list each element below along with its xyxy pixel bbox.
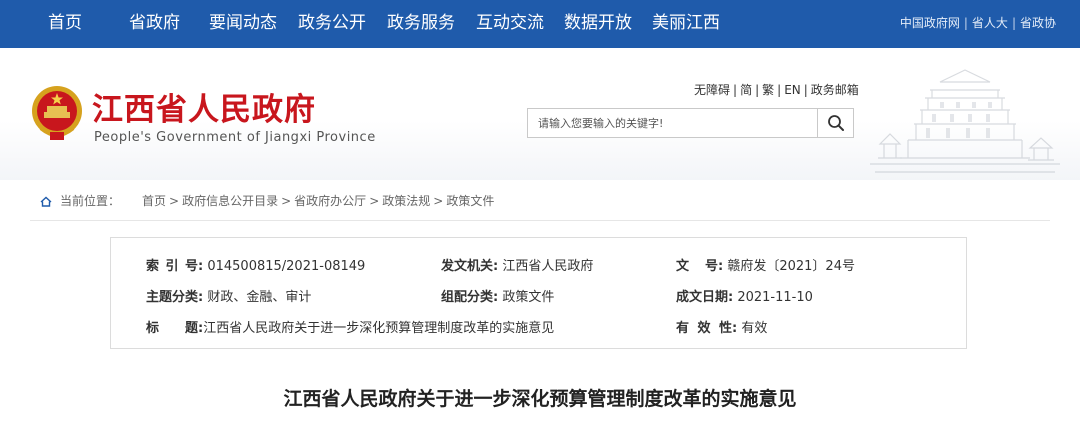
breadcrumb-home[interactable]: 首页 xyxy=(142,194,166,208)
english-link[interactable]: EN xyxy=(784,83,801,97)
breadcrumb-separator: > xyxy=(433,194,444,208)
separator: | xyxy=(1011,16,1016,30)
info-colon: : xyxy=(198,259,204,274)
info-written-date: 成文日期: 2021-11-10 xyxy=(676,286,813,305)
top-right-links: 中国政府网 | 省人大 | 省政协 xyxy=(900,0,1056,48)
nav-item-province-gov[interactable]: 省政府 xyxy=(129,0,180,48)
info-key: 标题 xyxy=(146,321,198,336)
info-value: 江西省人民政府 xyxy=(502,259,594,274)
link-provincial-cppcc[interactable]: 省政协 xyxy=(1020,16,1056,30)
info-title: 标题:江西省人民政府关于进一步深化预算管理制度改革的实施意见 xyxy=(146,317,554,336)
home-icon xyxy=(40,196,52,207)
nav-item-beautiful-jiangxi[interactable]: 美丽江西 xyxy=(652,0,720,48)
breadcrumb-policy-documents[interactable]: 政策文件 xyxy=(446,194,494,208)
info-validity: 有效性: 有效 xyxy=(676,317,767,336)
nav-item-gov-affairs-open[interactable]: 政务公开 xyxy=(298,0,366,48)
article-title: 江西省人民政府关于进一步深化预算管理制度改革的实施意见 xyxy=(283,388,797,410)
info-key: 发文机关: xyxy=(441,259,499,274)
search-input[interactable] xyxy=(528,109,816,137)
link-china-gov[interactable]: 中国政府网 xyxy=(900,16,960,30)
tengwang-pavilion-illustration xyxy=(870,69,1060,173)
info-value: 014500815/2021-08149 xyxy=(207,259,366,274)
accessibility-link[interactable]: 无障碍 xyxy=(694,83,730,97)
separator: | xyxy=(733,83,738,97)
info-colon: : xyxy=(718,259,724,274)
info-key: 主题分类: xyxy=(146,290,204,305)
breadcrumb-info-catalog[interactable]: 政府信息公开目录 xyxy=(182,194,278,208)
breadcrumb-label: 当前位置： xyxy=(60,194,121,208)
nav-item-home[interactable]: 首页 xyxy=(48,0,82,48)
site-header: 江西省人民政府 People's Government of Jiangxi P… xyxy=(0,48,1080,180)
breadcrumb-separator: > xyxy=(281,194,292,208)
national-emblem-icon xyxy=(32,86,82,140)
info-colon: : xyxy=(732,321,738,336)
info-value: 2021-11-10 xyxy=(737,290,813,305)
site-title-english: People's Government of Jiangxi Province xyxy=(94,130,376,145)
separator: | xyxy=(777,83,782,97)
separator: | xyxy=(755,83,760,97)
info-key: 成文日期: xyxy=(676,290,734,305)
traditional-chinese-link[interactable]: 繁 xyxy=(762,83,774,97)
document-info-box: 索引号: 014500815/2021-08149 发文机关: 江西省人民政府 … xyxy=(110,237,967,349)
link-provincial-congress[interactable]: 省人大 xyxy=(972,16,1008,30)
search-box xyxy=(527,108,854,138)
info-group-category: 组配分类: 政策文件 xyxy=(441,286,554,305)
nav-item-gov-services[interactable]: 政务服务 xyxy=(387,0,455,48)
info-key: 文号 xyxy=(676,259,718,274)
breadcrumb-separator: > xyxy=(169,194,180,208)
separator: | xyxy=(803,83,808,97)
info-value: 赣府发〔2021〕24号 xyxy=(727,259,855,274)
nav-item-interaction[interactable]: 互动交流 xyxy=(476,0,544,48)
separator: | xyxy=(963,16,968,30)
info-key: 组配分类: xyxy=(441,290,499,305)
breadcrumb: 当前位置： 首页 > 政府信息公开目录 > 省政府办公厅 > 政策法规 > 政策文件 xyxy=(40,192,494,209)
info-key: 索引号 xyxy=(146,259,198,274)
info-value: 有效 xyxy=(741,321,768,336)
info-index-number: 索引号: 014500815/2021-08149 xyxy=(146,255,365,274)
gov-mailbox-link[interactable]: 政务邮箱 xyxy=(811,83,859,97)
info-document-number: 文号: 赣府发〔2021〕24号 xyxy=(676,255,855,274)
info-value: 江西省人民政府关于进一步深化预算管理制度改革的实施意见 xyxy=(203,321,555,336)
breadcrumb-separator: > xyxy=(369,194,380,208)
search-button[interactable] xyxy=(817,109,853,137)
site-title[interactable]: 江西省人民政府 xyxy=(92,84,316,129)
nav-item-news[interactable]: 要闻动态 xyxy=(209,0,277,48)
nav-item-open-data[interactable]: 数据开放 xyxy=(564,0,632,48)
info-issuer: 发文机关: 江西省人民政府 xyxy=(441,255,593,274)
info-topic-category: 主题分类: 财政、金融、审计 xyxy=(146,286,311,305)
breadcrumb-general-office[interactable]: 省政府办公厅 xyxy=(294,194,366,208)
search-icon xyxy=(827,115,844,131)
simplified-chinese-link[interactable]: 简 xyxy=(740,83,752,97)
utility-links: 无障碍 | 简 | 繁 | EN | 政务邮箱 xyxy=(694,81,859,98)
info-value: 政策文件 xyxy=(502,290,555,305)
breadcrumb-policies-regulations[interactable]: 政策法规 xyxy=(382,194,430,208)
info-value: 财政、金融、审计 xyxy=(207,290,312,305)
info-key: 有效性 xyxy=(676,321,732,336)
top-nav-bar: 首页 省政府 要闻动态 政务公开 政务服务 互动交流 数据开放 美丽江西 中国政… xyxy=(0,0,1080,48)
divider xyxy=(30,220,1050,221)
